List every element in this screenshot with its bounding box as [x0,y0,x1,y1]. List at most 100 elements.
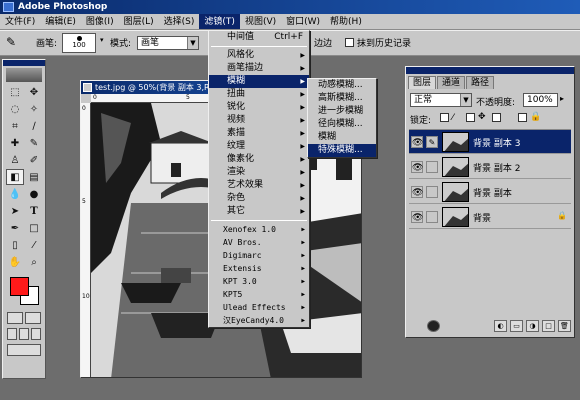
menu-item-distort[interactable]: 扭曲 ▶ [209,88,309,101]
eye-icon[interactable]: 👁 [411,211,423,223]
tab-paths[interactable]: 路径 [466,76,495,89]
history-checkbox-group[interactable]: 抹到历史记录 [345,36,411,49]
layers-panel-title[interactable] [406,67,574,74]
menu-view[interactable]: 视图(V) [240,14,281,29]
menu-item-blur-more[interactable]: 进一步模糊 [308,105,376,118]
adjustment-layer-icon[interactable]: ◑ [526,320,539,332]
menu-item-motion-blur[interactable]: 动感模糊... [308,79,376,92]
healing-brush-icon[interactable]: ✚ [6,135,24,151]
menu-item-av-bros[interactable]: AV Bros. ▶ [209,236,309,249]
menu-select[interactable]: 选择(S) [159,14,200,29]
blend-mode-select[interactable]: 正常 ▼ [410,93,472,107]
eraser-icon[interactable]: ✎ [6,35,16,49]
tab-channels[interactable]: 通道 [437,76,466,89]
menu-item-render[interactable]: 渲染 ▶ [209,166,309,179]
crop-icon[interactable]: ⌗ [6,118,24,134]
menu-file[interactable]: 文件(F) [0,14,40,29]
blur-icon[interactable]: 💧 [6,186,24,202]
path-select-icon[interactable]: ➤ [6,203,24,219]
menu-window[interactable]: 窗口(W) [281,14,325,29]
marquee-icon[interactable]: ⬚ [6,84,24,100]
menu-image[interactable]: 图像(I) [81,14,119,29]
eyedropper-icon[interactable]: ⁄ [25,237,43,253]
eye-icon[interactable]: 👁 [411,161,423,173]
layer-row-background[interactable]: 👁 背景 🔒 [409,205,571,229]
tab-layers[interactable]: 图层 [408,76,437,89]
link-icon[interactable] [426,186,438,198]
menu-edit[interactable]: 编辑(E) [40,14,81,29]
menu-item-digimarc[interactable]: Digimarc ▶ [209,249,309,262]
menu-item-kpt3[interactable]: KPT 3.0 ▶ [209,275,309,288]
lock-image-checkbox[interactable] [466,113,475,122]
foreground-color[interactable] [10,277,29,296]
hand-icon[interactable]: ✋ [6,254,24,270]
trash-icon[interactable]: 🗑 [558,320,571,332]
opacity-input[interactable]: 100% [523,93,558,107]
menu-item-other[interactable]: 其它 ▶ [209,205,309,218]
history-brush-icon[interactable]: ✐ [25,152,43,168]
magic-wand-icon[interactable]: ✧ [25,101,43,117]
screen-mode-full-menu-icon[interactable] [19,328,29,340]
lasso-icon[interactable]: ◌ [6,101,24,117]
menu-layer[interactable]: 图层(L) [119,14,159,29]
menu-item-noise[interactable]: 杂色 ▶ [209,192,309,205]
brush-icon[interactable]: ✎ [25,135,43,151]
menu-item-eyecandy[interactable]: 汉EyeCandy4.0 ▶ [209,314,309,327]
opacity-arrow-icon[interactable]: ▸ [560,94,564,103]
new-set-icon[interactable]: ▭ [510,320,523,332]
standard-mode-icon[interactable] [7,312,23,324]
quick-mask-icon[interactable] [25,312,41,324]
menu-item-sharpen[interactable]: 锐化 ▶ [209,101,309,114]
lock-transparency-checkbox[interactable] [440,113,449,122]
shape-icon[interactable]: □ [25,220,43,236]
layer-style-icon[interactable] [427,320,440,332]
brush-picker[interactable]: 100 [62,33,96,53]
menu-item-gaussian-blur[interactable]: 高斯模糊... [308,92,376,105]
menu-help[interactable]: 帮助(H) [325,14,367,29]
link-icon[interactable] [426,161,438,173]
imageready-icon[interactable] [7,344,41,356]
link-icon[interactable] [426,211,438,223]
menu-item-brush-strokes[interactable]: 画笔描边 ▶ [209,62,309,75]
menu-item-pixelate[interactable]: 像素化 ▶ [209,153,309,166]
clone-stamp-icon[interactable]: ♙ [6,152,24,168]
layer-row-copy2[interactable]: 👁 背景 副本 2 [409,155,571,179]
screen-mode-full-icon[interactable] [31,328,41,340]
type-icon[interactable]: T [25,203,43,219]
menu-item-radial-blur[interactable]: 径向模糊... [308,118,376,131]
new-layer-icon[interactable]: □ [542,320,555,332]
menu-item-last-filter[interactable]: 中间值 Ctrl+F [209,31,309,44]
menu-item-xenofex[interactable]: Xenofex 1.0 ▶ [209,223,309,236]
screen-mode-standard-icon[interactable] [7,328,17,340]
notes-icon[interactable]: ▯ [6,237,24,253]
add-mask-icon[interactable]: ◐ [494,320,507,332]
move-icon[interactable]: ✥ [25,84,43,100]
menu-item-video[interactable]: 视频 ▶ [209,114,309,127]
brush-icon[interactable]: ✎ [426,136,438,148]
zoom-icon[interactable]: ⌕ [25,254,43,270]
menu-item-texture[interactable]: 纹理 ▶ [209,140,309,153]
layer-row-copy[interactable]: 👁 背景 副本 [409,180,571,204]
menu-item-artistic[interactable]: 艺术效果 ▶ [209,179,309,192]
history-checkbox[interactable] [345,38,354,47]
photoshop-logo-icon[interactable] [6,68,42,82]
menu-item-blur[interactable]: 模糊 [308,131,376,144]
dodge-icon[interactable]: ● [25,186,43,202]
menu-item-kpt5[interactable]: KPT5 ▶ [209,288,309,301]
mode-select[interactable]: 画笔 ▼ [137,36,199,50]
lock-all-checkbox[interactable] [518,113,527,122]
eye-icon[interactable]: 👁 [411,136,423,148]
layer-row-copy3[interactable]: 👁 ✎ 背景 副本 3 [409,130,571,154]
menu-item-ulead-effects[interactable]: Ulead Effects ▶ [209,301,309,314]
brush-dropdown-icon[interactable]: ▾ [100,36,104,44]
eye-icon[interactable]: 👁 [411,186,423,198]
eraser-tool-icon[interactable]: ◧ [6,169,24,185]
menu-item-blur[interactable]: 模糊 ▶ [209,75,309,88]
lock-position-checkbox[interactable] [492,113,501,122]
menu-item-extensis[interactable]: Extensis ▶ [209,262,309,275]
menu-filter[interactable]: 滤镜(T) [199,14,240,29]
slice-icon[interactable]: ∕ [25,118,43,134]
gradient-icon[interactable]: ▤ [25,169,43,185]
menu-item-sketch[interactable]: 素描 ▶ [209,127,309,140]
menu-item-stylize[interactable]: 风格化 ▶ [209,49,309,62]
